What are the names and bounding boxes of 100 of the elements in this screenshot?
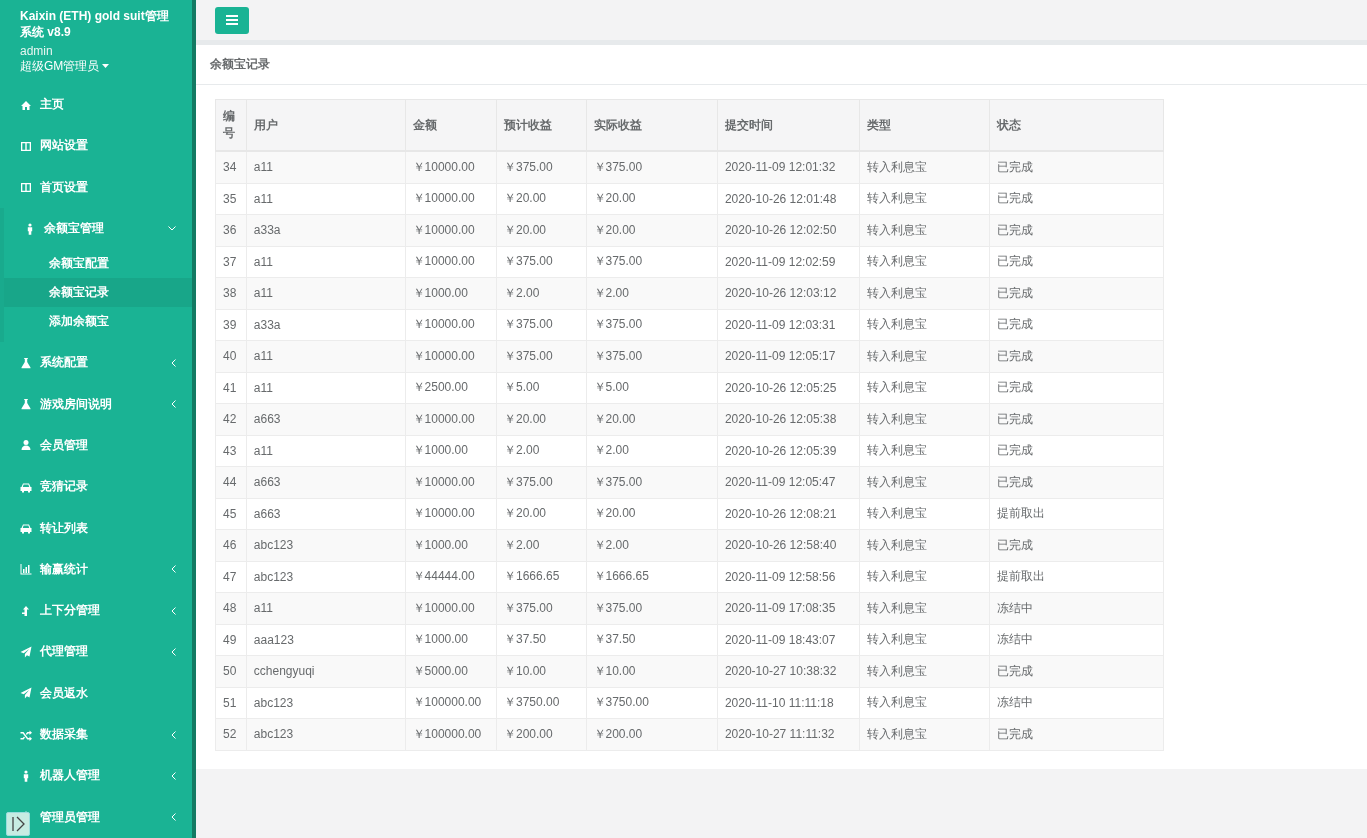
sidebar-item[interactable]: 机器人管理 xyxy=(0,755,192,797)
sidebar-item[interactable]: 首页设置 xyxy=(0,166,192,208)
table-cell: 转入利息宝 xyxy=(859,498,990,530)
table-cell: ￥375.00 xyxy=(586,309,718,341)
chevron-left-icon xyxy=(171,813,176,822)
sidebar-item[interactable]: 输赢统计 xyxy=(0,548,192,590)
table-cell: a11 xyxy=(246,151,406,183)
table-cell: ￥100000.00 xyxy=(405,687,497,719)
table-cell: 已完成 xyxy=(989,529,1164,561)
table-cell: ￥1000.00 xyxy=(405,624,497,656)
table-cell: ￥200.00 xyxy=(496,718,586,750)
table-cell: ￥5.00 xyxy=(496,372,586,404)
sidebar-item[interactable]: 转让列表 xyxy=(0,507,192,549)
role-dropdown[interactable]: 超级GM管理员 xyxy=(20,58,110,74)
sidebar-item[interactable]: 会员返水 xyxy=(0,672,192,714)
table-cell: a663 xyxy=(246,466,406,498)
table-cell: 已完成 xyxy=(989,435,1164,467)
table-cell: ￥5000.00 xyxy=(405,655,497,687)
car-icon xyxy=(20,522,32,534)
table-cell: ￥10000.00 xyxy=(405,309,497,341)
submenu-item[interactable]: 余额宝记录 xyxy=(4,278,192,308)
table-cell: ￥44444.00 xyxy=(405,561,497,593)
table-cell: 2020-11-09 12:05:47 xyxy=(717,466,860,498)
table-cell: ￥1000.00 xyxy=(405,277,497,309)
table-cell: 34 xyxy=(215,151,247,183)
shuffle-icon xyxy=(20,728,32,741)
table-cell: 转入利息宝 xyxy=(859,435,990,467)
table-cell: ￥375.00 xyxy=(586,466,718,498)
table-cell: 转入利息宝 xyxy=(859,372,990,404)
table-cell: ￥375.00 xyxy=(496,592,586,624)
table-cell: ￥20.00 xyxy=(586,183,718,215)
sidebar-item[interactable]: 数据采集 xyxy=(0,713,192,756)
chevron-left-icon xyxy=(171,771,176,780)
table-cell: 转入利息宝 xyxy=(859,624,990,656)
table-cell: abc123 xyxy=(246,529,406,561)
table-cell: 2020-10-26 12:02:50 xyxy=(717,214,860,246)
column-header: 状态 xyxy=(989,99,1164,151)
table-cell: 2020-10-26 12:05:39 xyxy=(717,435,860,467)
caret-icon xyxy=(102,64,110,68)
table-cell: a33a xyxy=(246,309,406,341)
columns-icon xyxy=(20,139,32,152)
table-cell: a663 xyxy=(246,403,406,435)
table-cell: ￥375.00 xyxy=(496,466,586,498)
sidebar-item[interactable]: 游戏房间说明 xyxy=(0,383,192,425)
table-cell: 2020-10-27 10:38:32 xyxy=(717,655,860,687)
table-cell: ￥2.00 xyxy=(496,529,586,561)
table-cell: ￥20.00 xyxy=(496,183,586,215)
table-cell: ￥1666.65 xyxy=(586,561,718,593)
sidebar-item[interactable]: 系统配置 xyxy=(0,342,192,384)
table-cell: ￥2.00 xyxy=(496,277,586,309)
table-cell: 36 xyxy=(215,214,247,246)
table-cell: ￥3750.00 xyxy=(496,687,586,719)
sidebar-item[interactable]: 网站设置 xyxy=(0,125,192,167)
table-cell: 2020-11-10 11:11:18 xyxy=(717,687,860,719)
table-cell: 2020-11-09 18:43:07 xyxy=(717,624,860,656)
table-cell: 已完成 xyxy=(989,183,1164,215)
column-header: 类型 xyxy=(859,99,990,151)
sidebar-toggle-button[interactable] xyxy=(6,812,30,836)
table-cell: cchengyuqi xyxy=(246,655,406,687)
chevron-left-icon xyxy=(171,565,176,574)
table-cell: 2020-11-09 12:58:56 xyxy=(717,561,860,593)
table-cell: 51 xyxy=(215,687,247,719)
sidebar-item[interactable]: 主页 xyxy=(0,84,192,126)
table-cell: ￥2.00 xyxy=(496,435,586,467)
table-cell: 转入利息宝 xyxy=(859,403,990,435)
table-cell: 42 xyxy=(215,403,247,435)
table-cell: 2020-10-27 11:11:32 xyxy=(717,718,860,750)
table-cell: 冻结中 xyxy=(989,687,1164,719)
table-cell: 转入利息宝 xyxy=(859,214,990,246)
table-cell: ￥10000.00 xyxy=(405,183,497,215)
bar-chart-icon xyxy=(20,563,32,576)
sidebar-item[interactable]: 上下分管理 xyxy=(0,589,192,632)
submenu-item[interactable]: 余额宝配置 xyxy=(4,249,192,279)
home-icon xyxy=(20,98,32,111)
chevron-left-icon xyxy=(171,606,176,615)
table-cell: 已完成 xyxy=(989,309,1164,341)
chevron-down-icon xyxy=(168,226,176,232)
table-cell: 转入利息宝 xyxy=(859,529,990,561)
table-cell: ￥10000.00 xyxy=(405,498,497,530)
table-cell: 38 xyxy=(215,277,247,309)
menu-button[interactable] xyxy=(215,6,249,34)
column-header: 用户 xyxy=(246,99,406,151)
table-cell: 48 xyxy=(215,592,247,624)
table-cell: ￥375.00 xyxy=(496,246,586,278)
table-cell: ￥100000.00 xyxy=(405,718,497,750)
sidebar-item[interactable]: 余额宝管理 xyxy=(4,207,192,250)
table-cell: ￥10.00 xyxy=(496,655,586,687)
sidebar-item[interactable]: 代理管理 xyxy=(0,631,192,673)
table-cell: a663 xyxy=(246,498,406,530)
table-cell: ￥3750.00 xyxy=(586,687,718,719)
table-cell: 转入利息宝 xyxy=(859,340,990,372)
table-cell: 转入利息宝 xyxy=(859,687,990,719)
table-cell: ￥1000.00 xyxy=(405,529,497,561)
table-cell: 2020-10-26 12:05:38 xyxy=(717,403,860,435)
table-cell: 冻结中 xyxy=(989,592,1164,624)
sidebar-item[interactable]: 会员管理 xyxy=(0,424,192,467)
submenu-item[interactable]: 添加余额宝 xyxy=(4,307,192,337)
sidebar-item[interactable]: 竞猜记录 xyxy=(0,466,192,508)
flask-icon xyxy=(20,398,32,411)
table-cell: ￥20.00 xyxy=(496,403,586,435)
